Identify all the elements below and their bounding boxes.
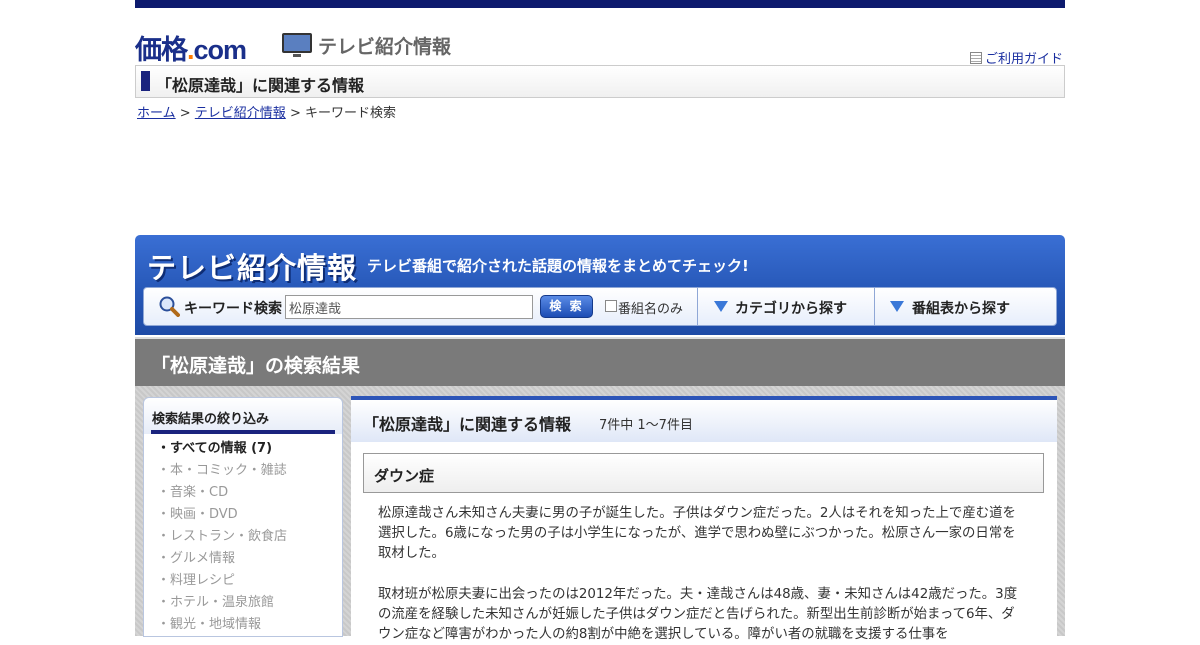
triangle-down-icon — [714, 301, 728, 312]
breadcrumb: ホーム > テレビ紹介情報 > キーワード検索 — [137, 102, 396, 121]
site-header: 価格.com テレビ紹介情報 ご利用ガイド — [135, 8, 1065, 67]
filter-item-hotels: ・ホテル・温泉旅館 — [157, 595, 275, 610]
logo-main-text: 価格 — [135, 35, 188, 65]
schedule-search-button[interactable]: 番組表から探す — [912, 298, 1010, 318]
filter-item-books: ・本・コミック・雑誌 — [157, 463, 287, 478]
results-heading-bar: 「松原達哉」の検索結果 — [135, 337, 1065, 386]
filter-item-tourism: ・観光・地域情報 — [157, 617, 262, 632]
page-title: 「松原達哉」に関連する情報 — [156, 76, 365, 95]
breadcrumb-tv-link[interactable]: テレビ紹介情報 — [195, 106, 286, 121]
filter-list: ・すべての情報 (7) ・本・コミック・雑誌 ・音楽・CD ・映画・DVD ・レ… — [157, 438, 287, 636]
divider — [874, 288, 875, 325]
results-body: 検索結果の絞り込み ・すべての情報 (7) ・本・コミック・雑誌 ・音楽・CD … — [135, 386, 1065, 642]
filter-item-movies: ・映画・DVD — [157, 507, 238, 522]
guide-icon — [969, 51, 982, 64]
breadcrumb-home-link[interactable]: ホーム — [137, 106, 176, 121]
divider — [697, 288, 698, 325]
page-title-bar: 「松原達哉」に関連する情報 — [135, 65, 1065, 98]
keyword-search-label: キーワード検索 — [184, 301, 282, 317]
breadcrumb-current: キーワード検索 — [304, 106, 396, 121]
category-search-button[interactable]: カテゴリから探す — [735, 298, 847, 318]
title-marker — [141, 71, 150, 91]
search-button[interactable]: 検 索 — [540, 295, 593, 318]
tv-search-banner: テレビ紹介情報 テレビ番組で紹介された話題の情報をまとめてチェック! キーワード… — [135, 235, 1065, 335]
program-only-label: 番組名のみ — [618, 302, 684, 317]
triangle-down-icon — [890, 301, 904, 312]
banner-tagline: テレビ番組で紹介された話題の情報をまとめてチェック! — [367, 257, 749, 275]
filter-header: 検索結果の絞り込み — [144, 398, 342, 434]
results-main-header: 「松原達哉」に関連する情報 7件中 1～7件目 — [351, 400, 1057, 442]
top-navy-bar — [135, 0, 1065, 8]
breadcrumb-separator: > — [175, 106, 195, 121]
breadcrumb-separator: > — [285, 106, 305, 121]
filter-item-restaurants: ・レストラン・飲食店 — [157, 529, 288, 544]
filter-item-all[interactable]: ・すべての情報 (7) — [157, 438, 287, 460]
filter-item-gourmet: ・グルメ情報 — [157, 551, 236, 566]
filter-title: 検索結果の絞り込み — [152, 412, 270, 427]
keyword-input[interactable] — [285, 295, 533, 319]
page: 価格.com テレビ紹介情報 ご利用ガイド 「松原達哉」に関連する情報 ホーム … — [135, 0, 1065, 642]
banner-logo[interactable]: テレビ紹介情報 — [147, 245, 357, 287]
program-only-checkbox[interactable] — [605, 300, 617, 312]
tv-icon — [282, 33, 312, 57]
filter-item-music: ・音楽・CD — [157, 485, 229, 500]
filter-sidebar: 検索結果の絞り込み ・すべての情報 (7) ・本・コミック・雑誌 ・音楽・CD … — [143, 397, 343, 637]
results-count: 7件中 1～7件目 — [599, 418, 693, 433]
kakaku-logo[interactable]: 価格.com — [135, 28, 248, 67]
filter-underline — [151, 430, 335, 434]
topic-summary: 松原達哉さん未知さん夫妻に男の子が誕生した。子供はダウン症だった。2人はそれを知… — [378, 506, 1016, 561]
search-row: キーワード検索 検 索 番組名のみ カテゴリから探す 番組表から探す — [143, 287, 1057, 326]
filter-item-recipes: ・料理レシピ — [157, 573, 236, 588]
results-main-title: 「松原達哉」に関連する情報 — [363, 415, 572, 434]
results-main: 「松原達哉」に関連する情報 7件中 1～7件目 ダウン症 松原達哉さん未知さん夫… — [351, 396, 1057, 642]
magnifier-icon — [159, 296, 180, 317]
topic-title[interactable]: ダウン症 — [374, 465, 434, 486]
topic-header: ダウン症 — [363, 453, 1044, 493]
section-title[interactable]: テレビ紹介情報 — [318, 32, 451, 59]
results-heading: 「松原達哉」の検索結果 — [151, 355, 361, 377]
logo-com-text: com — [193, 35, 248, 65]
topic-detail: 取材班が松原夫妻に出会ったのは2012年だった。夫・達哉さんは48歳、妻・未知さ… — [378, 587, 1018, 642]
